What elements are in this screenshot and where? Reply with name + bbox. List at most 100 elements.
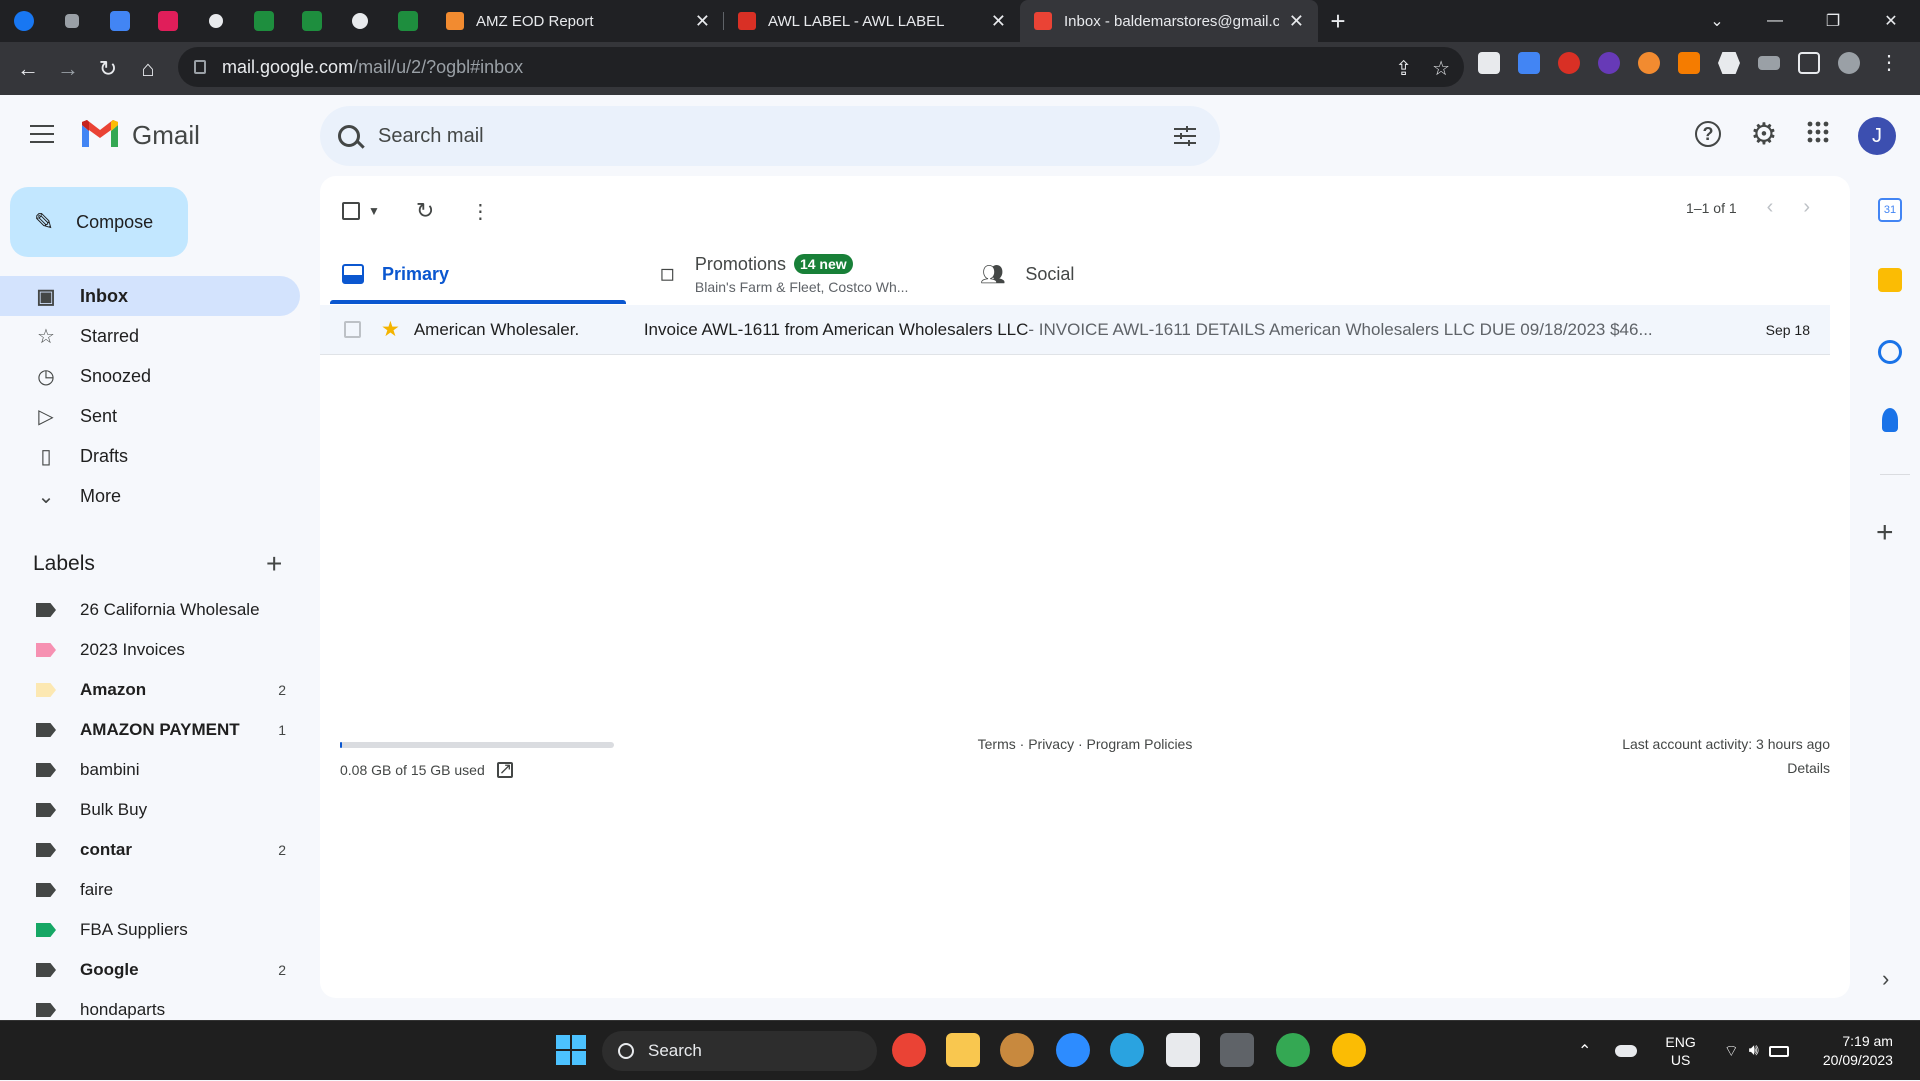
sidebar-item-inbox[interactable]: ▣ Inbox [0,276,300,316]
star-icon[interactable]: ★ [381,317,400,342]
settings-gear-icon[interactable]: ⚙ [1750,120,1778,150]
snipping-tool-icon[interactable] [1166,1033,1200,1067]
kebab-menu-icon[interactable]: ⋮ [1878,52,1900,74]
label-item[interactable]: Amazon 2 [0,670,300,710]
label-item[interactable]: 26 California Wholesale [0,590,300,630]
chrome-profile-icon[interactable] [1332,1033,1366,1067]
gmail-brand[interactable]: Gmail [132,120,200,151]
refresh-icon[interactable]: ↻ [416,198,434,224]
select-all-checkbox[interactable] [342,202,360,220]
telegram-icon[interactable] [1110,1033,1144,1067]
chrome-icon[interactable] [892,1033,926,1067]
label-item[interactable]: contar 2 [0,830,300,870]
wifi-icon[interactable]: ⌔ [1724,1041,1739,1061]
close-tab-icon[interactable]: ✕ [1289,11,1304,32]
email-checkbox[interactable] [344,321,361,338]
policy-links[interactable]: Terms · Privacy · Program Policies [340,736,1830,752]
reload-button[interactable]: ↻ [88,49,128,89]
prev-page-icon[interactable]: ‹ [1767,196,1774,219]
puzzle-icon[interactable] [1718,52,1740,74]
pinned-tab-amazon[interactable] [336,0,384,42]
address-bar[interactable]: mail.google.com/mail/u/2/?ogbl#inbox ⇪ ☆ [178,47,1464,87]
file-explorer-icon[interactable] [946,1033,980,1067]
contacts-icon[interactable] [1882,408,1898,432]
open-external-icon[interactable]: ↗ [496,762,513,778]
add-label-icon[interactable]: + [266,548,282,580]
pinned-tab-play[interactable] [96,0,144,42]
label-item[interactable]: AMAZON PAYMENT 1 [0,710,300,750]
pinned-tab-user[interactable] [192,0,240,42]
extension-icon[interactable] [1638,52,1660,74]
label-item[interactable]: FBA Suppliers [0,910,300,950]
sidebar-item-starred[interactable]: ☆ Starred [0,316,300,356]
windows-start-icon[interactable] [556,1035,586,1065]
home-button[interactable]: ⌂ [128,49,168,89]
calculator-icon[interactable] [1220,1033,1254,1067]
sidebar-item-sent[interactable]: ▷ Sent [0,396,300,436]
account-avatar[interactable]: J [1858,117,1896,155]
label-item[interactable]: 2023 Invoices [0,630,300,670]
side-panel-icon[interactable] [1798,52,1820,74]
close-tab-icon[interactable]: ✕ [991,11,1006,32]
pinned-tab-sheets-1[interactable] [240,0,288,42]
bookmark-star-icon[interactable]: ☆ [1432,56,1450,81]
add-addon-icon[interactable]: + [1876,516,1894,550]
extension-icon[interactable] [1558,52,1580,74]
forward-button[interactable]: → [48,49,88,89]
main-menu-icon[interactable] [30,125,54,143]
pinned-tab-audio[interactable] [48,0,96,42]
close-window-button[interactable]: ✕ [1862,0,1920,42]
sidebar-item-more[interactable]: ⌄ More [0,476,300,516]
pinned-tab-slack[interactable] [144,0,192,42]
extension-icon[interactable] [1598,52,1620,74]
select-dropdown-icon[interactable]: ▼ [368,204,380,218]
app-icon[interactable] [1000,1033,1034,1067]
details-link[interactable]: Details [1787,760,1830,776]
pinned-tab-sheets-2[interactable] [288,0,336,42]
apps-grid-icon[interactable] [1804,121,1832,149]
tasks-icon[interactable] [1878,340,1902,364]
onedrive-cloud-icon[interactable] [1615,1045,1638,1057]
help-icon[interactable]: ? [1695,121,1721,147]
show-hidden-icons[interactable]: ⌃ [1578,1041,1591,1061]
compose-button[interactable]: ✎ Compose [10,187,188,257]
profile-avatar-icon[interactable] [1838,52,1860,74]
tab-promotions[interactable]: ◇ Promotions 14 new Blain's Farm & Fleet… [651,244,958,304]
close-tab-icon[interactable]: ✕ [695,11,710,32]
next-page-icon[interactable]: › [1803,196,1810,219]
sidebar-item-snoozed[interactable]: ◷ Snoozed [0,356,300,396]
extension-icon[interactable] [1478,52,1500,74]
label-item[interactable]: faire [0,870,300,910]
search-input[interactable] [378,124,1078,148]
label-item[interactable]: Bulk Buy [0,790,300,830]
restore-button[interactable]: ❐ [1804,0,1862,42]
label-item[interactable]: bambini [0,750,300,790]
show-side-panel-icon[interactable]: › [1882,966,1889,992]
tab-social[interactable]: 👥︎ Social [980,244,1280,304]
pinned-tab-facebook[interactable] [0,0,48,42]
volume-icon[interactable]: 🔊︎ [1749,1042,1759,1060]
more-actions-icon[interactable]: ⋮ [470,199,490,224]
search-options-icon[interactable] [1174,126,1196,146]
chrome-active-icon[interactable] [1276,1033,1310,1067]
battery-icon[interactable] [1768,1045,1789,1057]
zoom-icon[interactable] [1056,1033,1090,1067]
extension-icon[interactable] [1678,52,1700,74]
new-tab-button[interactable]: + [1318,6,1358,37]
taskbar-search[interactable]: Search [602,1031,877,1071]
clock[interactable]: 7:19 am 20/09/2023 [1823,1032,1893,1070]
media-icon[interactable] [1758,56,1780,70]
minimize-button[interactable]: — [1746,0,1804,42]
calendar-icon[interactable]: 31 [1878,198,1902,222]
tab-amz-eod-report[interactable]: AMZ EOD Report ✕ [432,0,724,42]
pinned-tab-sheets-3[interactable] [384,0,432,42]
share-icon[interactable]: ⇪ [1395,56,1412,81]
tab-primary[interactable]: Primary [330,244,626,304]
tab-gmail-inbox[interactable]: Inbox - baldemarstores@gmail.co ✕ [1020,0,1318,42]
sidebar-item-drafts[interactable]: ▯ Drafts [0,436,300,476]
email-row[interactable]: ★ American Wholesaler. Invoice AWL-1611 … [320,305,1830,355]
extension-icon[interactable] [1518,52,1540,74]
tab-search-icon[interactable]: ⌄ [1688,0,1746,42]
tab-awl-label[interactable]: AWL LABEL - AWL LABEL ✕ [724,0,1020,42]
language-indicator[interactable]: ENG US [1665,1033,1695,1069]
